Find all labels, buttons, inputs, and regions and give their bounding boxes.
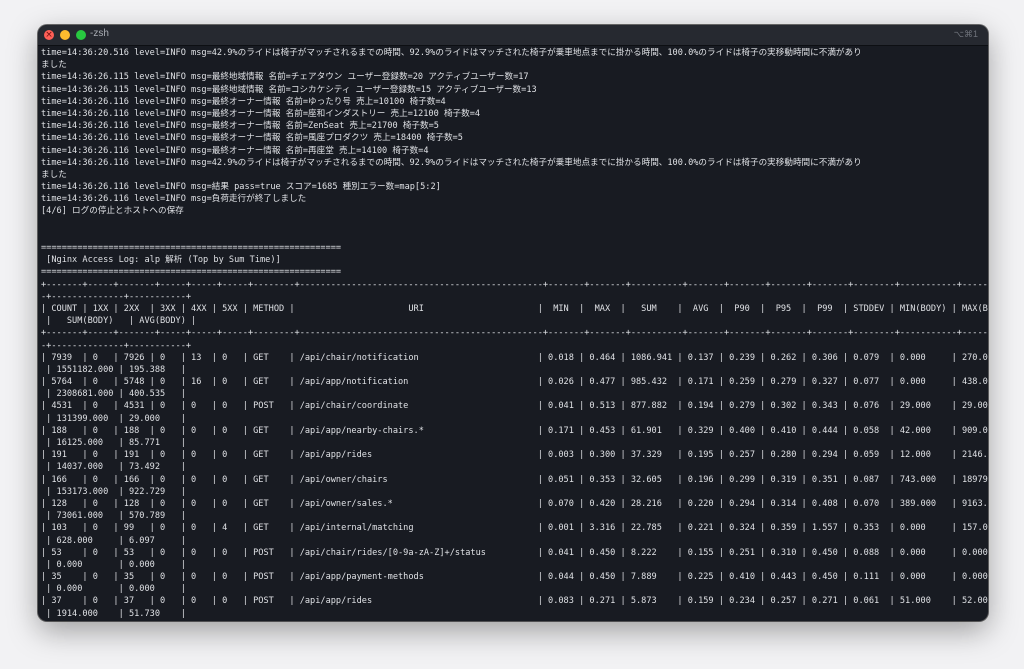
terminal-line: | 103 | 0 | 99 | 0 | 0 | 4 | GET | /api/… (41, 523, 988, 534)
title-bar[interactable]: × -zsh ⌥⌘1 (38, 25, 988, 46)
terminal-line: | 1914.000 | 51.730 | (41, 608, 186, 619)
terminal-line: | 4531 | 0 | 4531 | 0 | 0 | 0 | POST | /… (41, 401, 988, 412)
terminal-line: time=14:36:26.116 level=INFO msg=最終オーナー情… (41, 108, 481, 119)
terminal-line: | 128 | 0 | 128 | 0 | 0 | 0 | GET | /api… (41, 498, 988, 509)
window-shortcut-label: ⌥⌘1 (953, 29, 978, 39)
terminal-line: | 166 | 0 | 166 | 0 | 0 | 0 | GET | /api… (41, 474, 988, 485)
terminal-line: -+--------------+-----------+ (41, 340, 192, 351)
terminal-line: | 5764 | 0 | 5748 | 0 | 16 | 0 | GET | /… (41, 377, 988, 388)
desktop: × -zsh ⌥⌘1 time=14:36:20.516 level=INFO … (0, 0, 1024, 669)
terminal-line: +-------+-----+-------+-----+-----+-----… (41, 328, 988, 339)
terminal-line: time=14:36:26.116 level=INFO msg=最終オーナー情… (41, 133, 463, 144)
terminal-line: | 37 | 0 | 37 | 0 | 0 | 0 | POST | /api/… (41, 596, 988, 607)
maximize-button[interactable] (76, 30, 86, 40)
terminal-line: time=14:36:26.115 level=INFO msg=最終地域情報 … (41, 84, 537, 95)
terminal-line: | 73061.000 | 570.789 | (41, 511, 186, 522)
close-icon: × (45, 30, 53, 40)
terminal-line: | 35 | 0 | 35 | 0 | 0 | 0 | POST | /api/… (41, 572, 988, 583)
terminal-line: | 16125.000 | 85.771 | (41, 438, 186, 448)
terminal-line: ========================================… (41, 267, 342, 278)
window-title: -zsh (90, 28, 109, 39)
terminal-window[interactable]: × -zsh ⌥⌘1 time=14:36:20.516 level=INFO … (38, 25, 988, 621)
terminal-line: time=14:36:20.516 level=INFO msg=42.9%のラ… (41, 48, 862, 58)
terminal-line: time=14:36:26.116 level=INFO msg=結果 pass… (41, 182, 441, 193)
terminal-line: +-------+-----+-------+-----+-----+-----… (41, 279, 988, 290)
terminal-line: [4/6] ログの停止とホストへの保存 (41, 206, 184, 217)
terminal-line: time=14:36:26.116 level=INFO msg=負荷走行が終了… (41, 194, 307, 205)
terminal-line: | 0.000 | 0.000 | (41, 584, 186, 595)
terminal-line: time=14:36:26.116 level=INFO msg=42.9%のラ… (41, 157, 862, 168)
terminal-line: time=14:36:26.115 level=INFO msg=最終地域情報 … (41, 72, 529, 83)
terminal-line: ました (41, 60, 67, 71)
close-button[interactable]: × (44, 30, 54, 40)
terminal-line: | 188 | 0 | 188 | 0 | 0 | 0 | GET | /api… (41, 425, 988, 436)
terminal-line: -+--------------+-----------+ (41, 291, 192, 302)
terminal-line: ========================================… (41, 243, 342, 253)
minimize-button[interactable] (60, 30, 70, 40)
terminal-line: | SUM(BODY) | AVG(BODY) | (41, 316, 197, 327)
terminal-line: | 0.000 | 0.000 | (41, 559, 186, 570)
terminal-line: | 14037.000 | 73.492 | (41, 462, 186, 473)
terminal-line: time=14:36:26.116 level=INFO msg=最終オーナー情… (41, 145, 429, 156)
terminal-line: | 7939 | 0 | 7926 | 0 | 13 | 0 | GET | /… (41, 352, 988, 363)
terminal-output[interactable]: time=14:36:20.516 level=INFO msg=42.9%のラ… (38, 46, 988, 621)
terminal-line: ました (41, 169, 67, 180)
terminal-line: | 153173.000 | 922.729 | (41, 486, 186, 497)
terminal-line: | 53 | 0 | 53 | 0 | 0 | 0 | POST | /api/… (41, 547, 988, 558)
terminal-line: | 628.000 | 6.097 | (41, 535, 186, 546)
terminal-line: | COUNT | 1XX | 2XX | 3XX | 4XX | 5XX | … (41, 303, 988, 314)
terminal-line: time=14:36:26.116 level=INFO msg=最終オーナー情… (41, 121, 439, 132)
terminal-line: | 131399.000 | 29.000 | (41, 413, 186, 424)
terminal-line: [Nginx Access Log: alp 解析 (Top by Sum Ti… (41, 255, 281, 266)
terminal-line: | 191 | 0 | 191 | 0 | 0 | 0 | GET | /api… (41, 450, 988, 461)
terminal-line: time=14:36:26.116 level=INFO msg=最終オーナー情… (41, 96, 446, 107)
terminal-line: | 1551182.000 | 195.388 | (41, 364, 186, 375)
terminal-line: | 2308681.000 | 400.535 | (41, 389, 186, 400)
